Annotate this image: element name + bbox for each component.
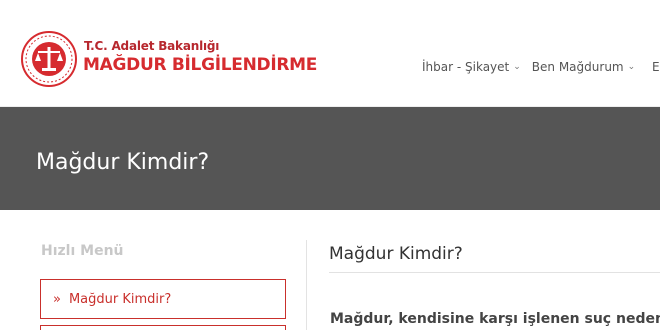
- content-title: Mağdur Kimdir?: [329, 244, 463, 264]
- main-nav: İhbar - Şikayet ⌄ Ben Mağdurum ⌄: [422, 60, 646, 74]
- nav-item-label: İhbar - Şikayet: [422, 60, 510, 74]
- nav-item-label: Ben Mağdurum: [531, 60, 624, 74]
- sidebar-item-magdur-kimdir[interactable]: » Mağdur Kimdir?: [40, 279, 286, 319]
- nav-item-ihbar-sikayet[interactable]: İhbar - Şikayet ⌄: [422, 60, 521, 74]
- brand-ministry-name: T.C. Adalet Bakanlığı: [84, 39, 220, 53]
- site-header: T.C. Adalet Bakanlığı MAĞDUR BİLGİLENDİR…: [0, 0, 660, 107]
- content-paragraph: Mağdur, kendisine karşı işlenen suç nede…: [330, 311, 660, 327]
- sidebar-item-next[interactable]: [40, 325, 286, 330]
- double-chevron-right-icon: »: [53, 291, 61, 307]
- sidebar-heading: Hızlı Menü: [41, 243, 124, 259]
- chevron-down-icon: ⌄: [627, 62, 636, 72]
- nav-item-cut-off[interactable]: E: [652, 60, 660, 74]
- content-divider: [329, 272, 660, 273]
- brand-site-name[interactable]: MAĞDUR BİLGİLENDİRME: [83, 55, 317, 75]
- chevron-down-icon: ⌄: [513, 62, 521, 72]
- sidebar-item-label: Mağdur Kimdir?: [68, 291, 172, 307]
- page-banner: Mağdur Kimdir?: [0, 107, 660, 210]
- page-title: Mağdur Kimdir?: [36, 150, 210, 175]
- ministry-seal-logo[interactable]: [20, 30, 78, 88]
- column-divider: [306, 240, 307, 330]
- nav-item-ben-magdurum[interactable]: Ben Mağdurum ⌄: [532, 60, 635, 74]
